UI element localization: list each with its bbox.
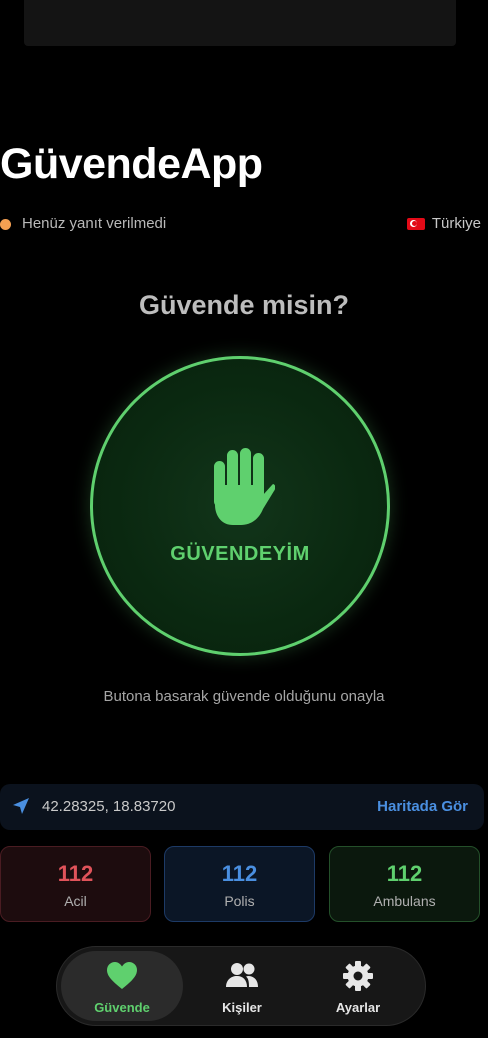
raised-hand-icon [214, 448, 275, 525]
heart-icon [107, 962, 137, 989]
status-row: Henüz yanıt verilmedi Türkiye [0, 214, 488, 236]
location-arrow-icon [13, 798, 29, 814]
people-icon [226, 963, 258, 987]
hint-text: Butona basarak güvende olduğunu onayla [103, 688, 385, 705]
tab-kisiler[interactable]: Kişiler [181, 951, 303, 1021]
safety-question: Güvende misin? [138, 290, 350, 320]
tab-label: Ayarlar [335, 1000, 381, 1015]
emergency-number: 112 [386, 861, 423, 886]
app-title: GüvendeApp [0, 140, 263, 188]
emergency-number: 112 [57, 861, 94, 886]
emergency-acil-button[interactable]: 112 Acil [0, 846, 151, 922]
gear-icon [343, 961, 373, 991]
tab-label: Kişiler [222, 1000, 262, 1015]
view-map-link[interactable]: Haritada Gör [377, 798, 468, 815]
emergency-label: Ambulans [373, 893, 436, 909]
coordinates: 42.28325, 18.83720 [42, 798, 176, 815]
location-bar: 42.28325, 18.83720 Haritada Gör [0, 784, 484, 830]
emergency-label: Acil [64, 893, 87, 909]
safe-button-label: GÜVENDEYİM [170, 543, 310, 565]
safe-button[interactable]: GÜVENDEYİM [90, 356, 390, 656]
tab-guvende[interactable]: Güvende [61, 951, 183, 1021]
emergency-label: Polis [224, 893, 255, 909]
emergency-number: 112 [221, 861, 258, 886]
status-dot-icon [0, 219, 11, 230]
tab-label: Güvende [94, 1000, 150, 1015]
turkey-flag-icon [406, 217, 425, 230]
emergency-polis-button[interactable]: 112 Polis [164, 846, 315, 922]
country-label: Türkiye [431, 215, 481, 232]
bottom-tab-bar: Güvende Kişiler Ayarlar [56, 946, 426, 1026]
top-banner [24, 0, 456, 46]
status-text: Henüz yanıt verilmedi [22, 215, 167, 232]
country-indicator: Türkiye [406, 215, 481, 232]
emergency-ambulans-button[interactable]: 112 Ambulans [329, 846, 480, 922]
tab-ayarlar[interactable]: Ayarlar [297, 951, 419, 1021]
